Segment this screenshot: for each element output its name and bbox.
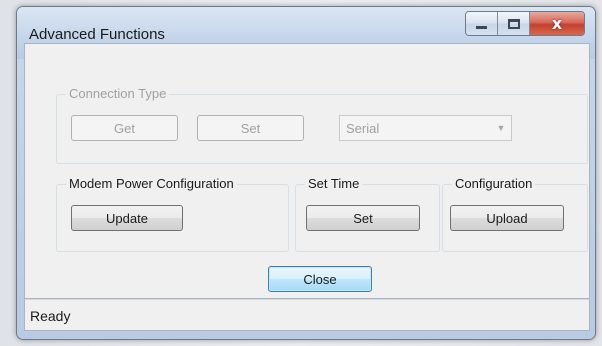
configuration-group: Configuration Upload <box>442 176 588 252</box>
close-icon: x <box>551 13 563 33</box>
maximize-button[interactable] <box>498 12 530 35</box>
window-title: Advanced Functions <box>29 26 165 43</box>
modem-power-label: Modem Power Configuration <box>66 176 237 191</box>
status-bar: Ready <box>24 299 590 331</box>
status-text: Ready <box>30 308 71 324</box>
close-window-button[interactable]: x <box>530 12 584 35</box>
advanced-functions-window: Advanced Functions x Connection Type Get… <box>16 6 596 340</box>
modem-power-group: Modem Power Configuration Update <box>56 176 289 252</box>
connection-type-value: Serial <box>346 120 380 136</box>
get-button[interactable]: Get <box>71 115 178 141</box>
connection-type-group: Connection Type Get Set Serial ▼ <box>56 86 588 164</box>
client-area: Connection Type Get Set Serial ▼ Modem P… <box>24 43 590 299</box>
connection-set-button[interactable]: Set <box>197 115 304 141</box>
minimize-icon <box>476 26 487 29</box>
update-button[interactable]: Update <box>71 205 183 231</box>
set-time-button[interactable]: Set <box>306 205 420 231</box>
connection-type-select[interactable]: Serial ▼ <box>339 115 512 141</box>
connection-type-label: Connection Type <box>66 86 170 101</box>
upload-button[interactable]: Upload <box>450 205 564 231</box>
set-time-group: Set Time Set <box>295 176 440 252</box>
minimize-button[interactable] <box>466 12 498 35</box>
set-time-label: Set Time <box>305 176 363 191</box>
maximize-icon <box>507 18 520 29</box>
close-button[interactable]: Close <box>268 266 372 292</box>
window-controls: x <box>465 11 585 36</box>
chevron-down-icon[interactable]: ▼ <box>491 116 511 140</box>
configuration-label: Configuration <box>452 176 536 191</box>
